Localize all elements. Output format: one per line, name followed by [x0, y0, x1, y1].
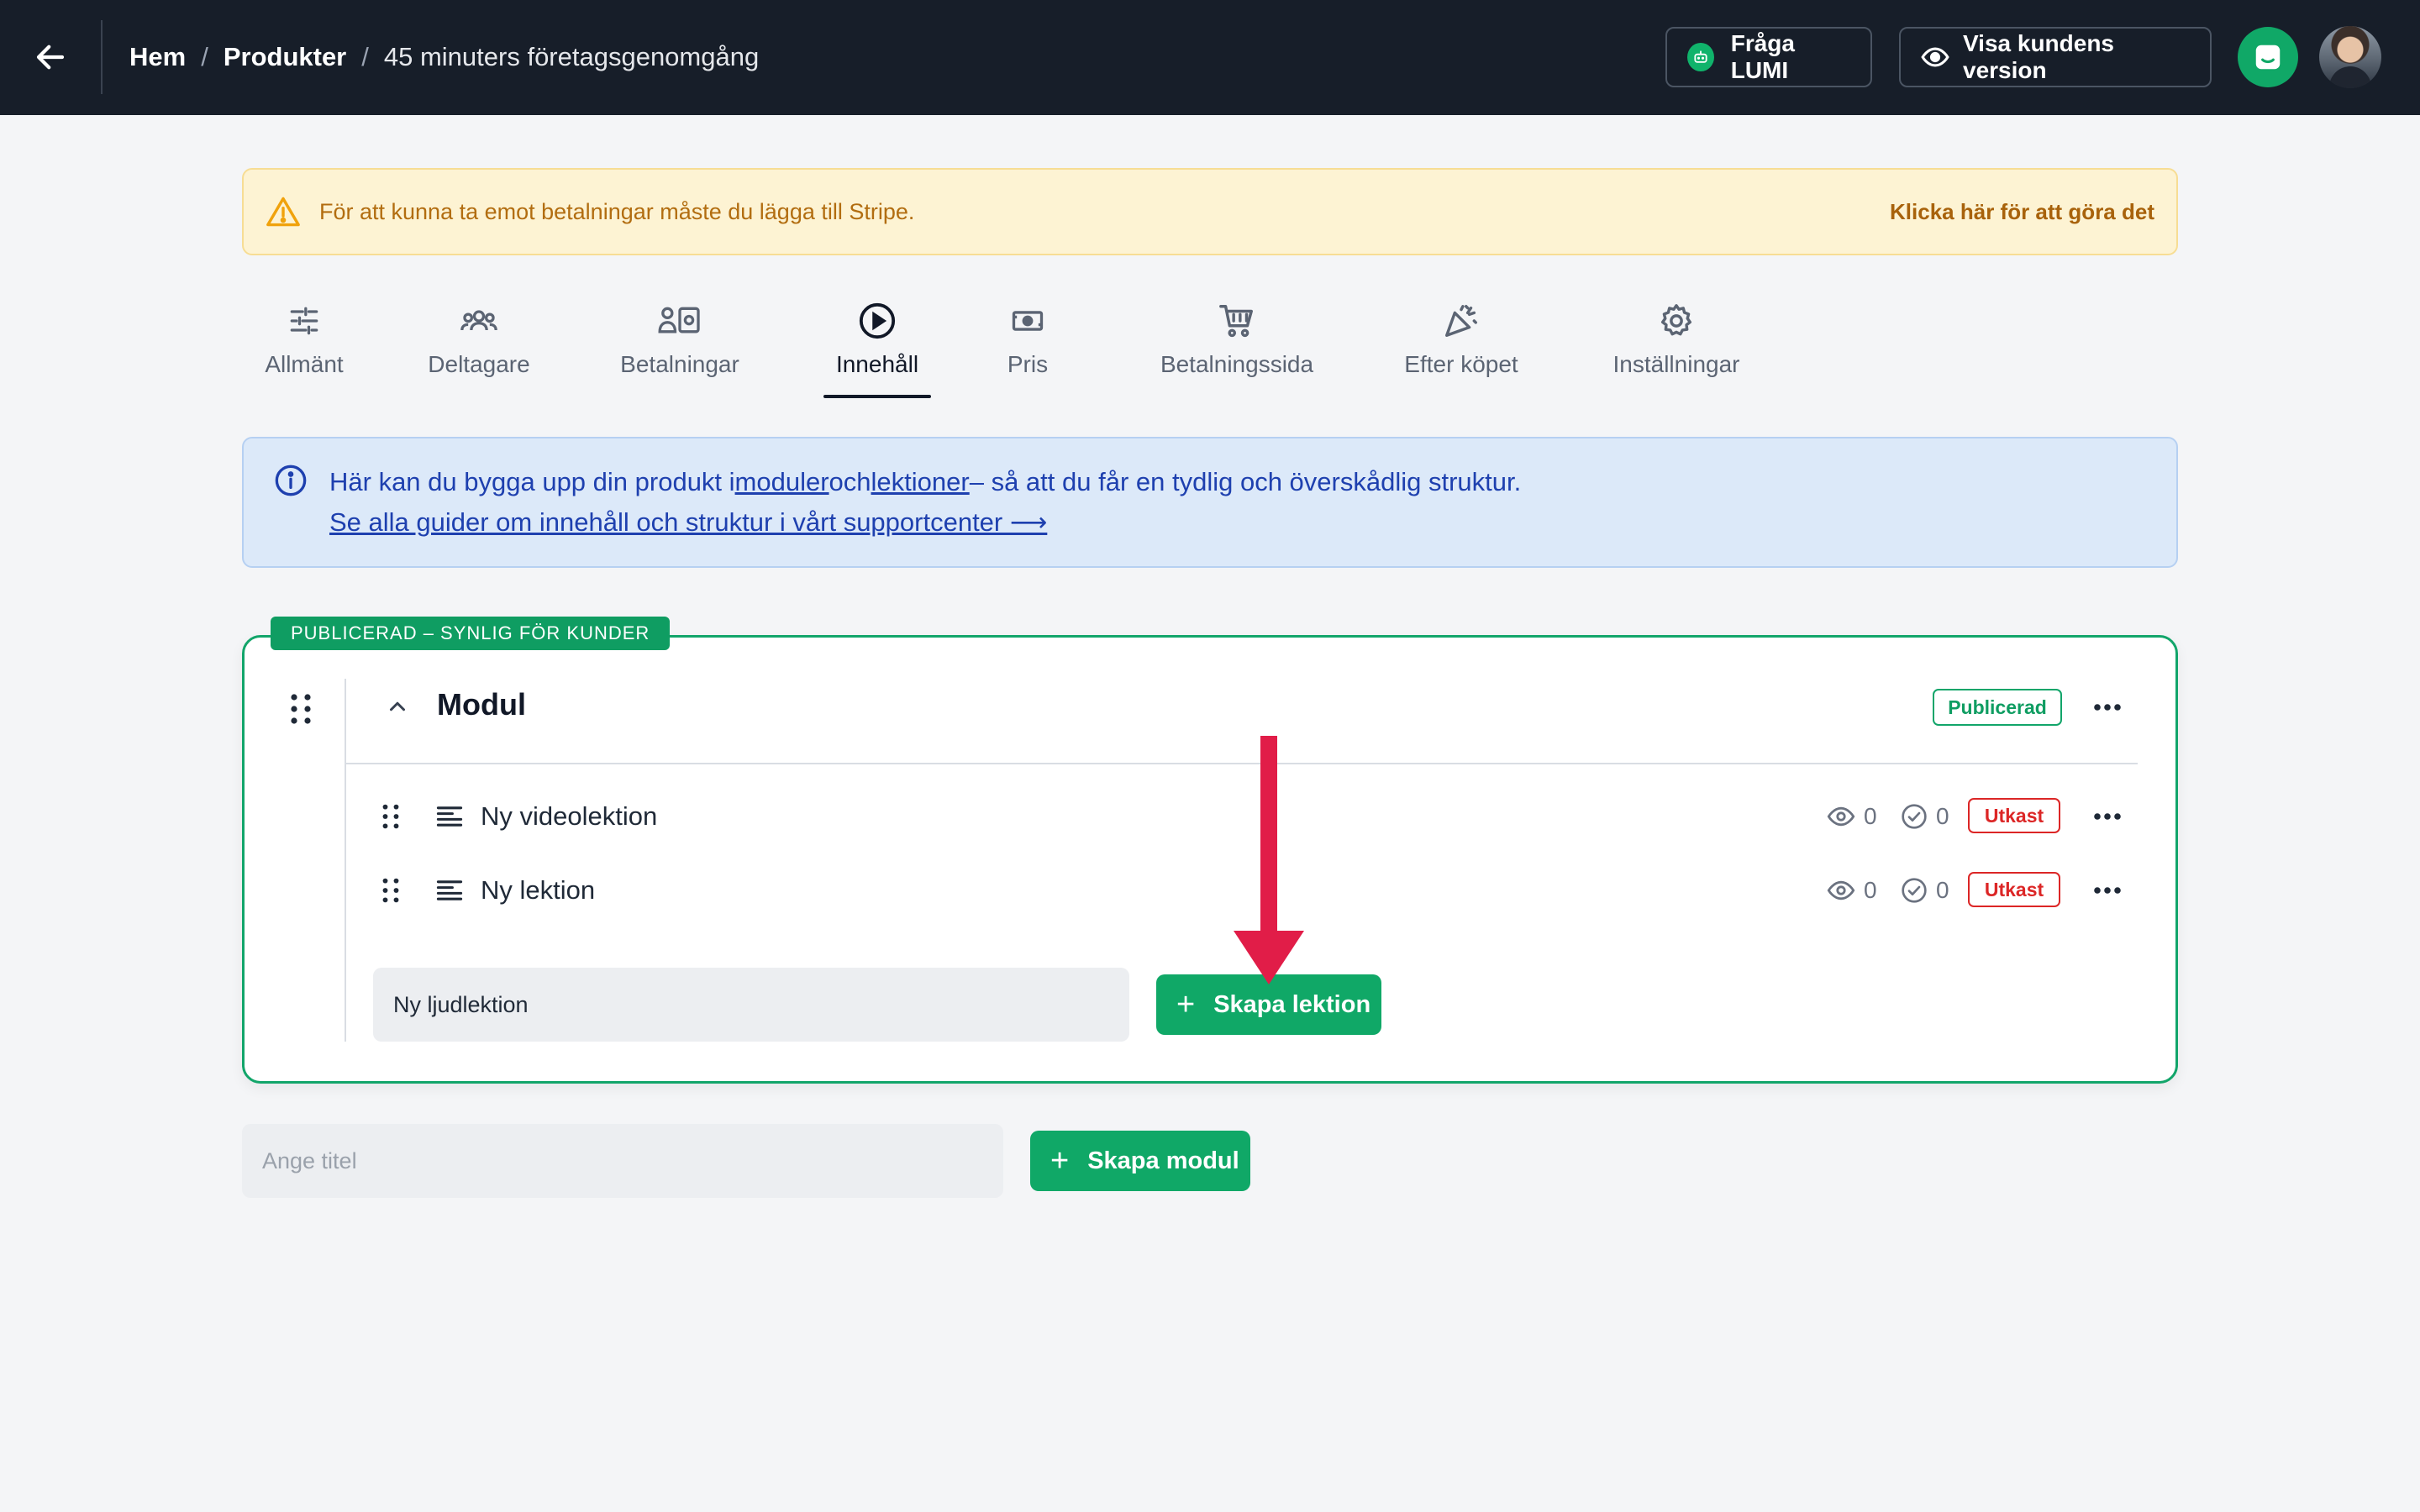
lessons-link[interactable]: lektioner	[871, 467, 970, 496]
payments-icon	[658, 297, 702, 344]
create-module-button[interactable]: + Skapa modul	[1030, 1131, 1250, 1191]
back-arrow-icon[interactable]	[30, 37, 71, 77]
top-bar: Hem / Produkter / 45 minuters företagsge…	[0, 0, 2420, 115]
create-module-label: Skapa modul	[1087, 1147, 1239, 1174]
eye-icon	[1921, 43, 1949, 71]
chat-icon[interactable]	[2238, 27, 2298, 87]
warning-icon	[266, 196, 301, 228]
breadcrumb-separator: /	[361, 42, 369, 71]
views-count: 0	[1864, 877, 1877, 903]
lesson-title[interactable]: Ny lektion	[481, 875, 595, 906]
add-stripe-link[interactable]: Klicka här för att göra det	[1890, 199, 2154, 225]
lesson-more-icon[interactable]	[2092, 880, 2123, 905]
lesson-title[interactable]: Ny videolektion	[481, 801, 657, 832]
support-guides-link[interactable]: Se alla guider om innehåll och struktur …	[329, 507, 1047, 538]
published-status-pill: PUBLICERAD – SYNLIG FÖR KUNDER	[271, 617, 671, 650]
new-module-title-input[interactable]	[242, 1124, 1003, 1198]
tab-innehall[interactable]: Innehåll	[823, 297, 931, 398]
info-text-mid: och	[829, 467, 871, 496]
info-icon	[274, 464, 308, 501]
ask-lumi-label: Fråga LUMI	[1730, 30, 1795, 83]
draft-badge: Utkast	[1968, 798, 2060, 833]
text-lines-icon	[435, 805, 464, 832]
published-badge: Publicerad	[1933, 689, 2062, 726]
create-lesson-button[interactable]: + Skapa lektion	[1156, 974, 1381, 1035]
gear-icon	[1657, 297, 1696, 344]
breadcrumb-separator: /	[201, 42, 208, 71]
tab-label: Inställningar	[1612, 351, 1740, 377]
create-lesson-label: Skapa lektion	[1213, 990, 1371, 1018]
tab-label: Betalningssida	[1160, 351, 1314, 377]
views-stat: 0	[1827, 877, 1877, 904]
tab-efter-kopet[interactable]: Efter köpet	[1398, 297, 1524, 398]
lesson-more-icon[interactable]	[2092, 806, 2123, 831]
lesson-row: Ny lektion 0 0 Utkast	[345, 865, 2138, 916]
tab-label: Innehåll	[835, 351, 919, 377]
info-text-prefix: Här kan du bygga upp din produkt i	[329, 467, 735, 496]
avatar-body	[2329, 66, 2371, 88]
avatar[interactable]	[2319, 26, 2381, 88]
tab-deltagare[interactable]: Deltagare	[425, 297, 533, 398]
text-lines-icon	[435, 879, 464, 906]
drag-handle-icon[interactable]	[380, 801, 402, 836]
info-text-suffix: – så att du får en tydlig och överskådli…	[969, 467, 1522, 496]
completions-stat: 0	[1901, 877, 1949, 904]
banknote-icon	[1009, 297, 1046, 344]
stripe-warning-banner: För att kunna ta emot betalningar måste …	[242, 168, 2178, 255]
breadcrumb: Hem / Produkter / 45 minuters företagsge…	[129, 39, 759, 76]
breadcrumb-home[interactable]: Hem	[129, 42, 186, 72]
tab-betalningar[interactable]: Betalningar	[617, 297, 743, 398]
drag-handle-icon[interactable]	[287, 692, 314, 730]
module-title[interactable]: Modul	[437, 687, 526, 722]
tab-installningar[interactable]: Inställningar	[1607, 297, 1746, 398]
modules-link[interactable]: moduler	[735, 467, 829, 496]
views-count: 0	[1864, 803, 1877, 829]
ask-lumi-button[interactable]: Fråga LUMI	[1665, 27, 1872, 87]
cart-icon	[1218, 297, 1256, 344]
views-stat: 0	[1827, 803, 1877, 830]
plus-icon: +	[1050, 1143, 1070, 1179]
tab-label: Pris	[1007, 351, 1049, 377]
chevron-up-icon[interactable]	[385, 694, 410, 723]
new-lesson-title-input[interactable]	[373, 968, 1129, 1042]
tab-betalningssida[interactable]: Betalningssida	[1155, 297, 1319, 398]
topbar-divider	[101, 20, 103, 94]
tab-label: Efter köpet	[1404, 351, 1518, 377]
customer-view-label: Visa kundens version	[1963, 30, 2115, 83]
drag-handle-icon[interactable]	[380, 875, 402, 910]
people-icon	[459, 297, 499, 344]
info-text: Här kan du bygga upp din produkt imodule…	[329, 467, 1521, 497]
breadcrumb-current: 45 minuters företagsgenomgång	[383, 42, 760, 71]
plus-icon: +	[1176, 987, 1196, 1022]
tab-label: Allmänt	[265, 351, 344, 377]
module-indent-line	[345, 679, 346, 1042]
party-icon	[1442, 297, 1481, 344]
completions-count: 0	[1936, 877, 1949, 903]
lumi-bot-icon	[1687, 43, 1714, 71]
content-info-box: Här kan du bygga upp din produkt imodule…	[242, 437, 2178, 568]
tab-allmant[interactable]: Allmänt	[250, 297, 358, 398]
tab-pris[interactable]: Pris	[997, 297, 1059, 398]
play-circle-icon	[858, 297, 897, 344]
breadcrumb-products[interactable]: Produkter	[224, 42, 346, 72]
customer-view-button[interactable]: Visa kundens version	[1899, 27, 2212, 87]
module-more-icon[interactable]	[2092, 697, 2123, 722]
sliders-icon	[286, 297, 323, 344]
module-separator	[345, 763, 2138, 764]
tab-label: Betalningar	[620, 351, 739, 377]
warning-text: För att kunna ta emot betalningar måste …	[319, 198, 915, 224]
draft-badge: Utkast	[1968, 872, 2060, 907]
completions-stat: 0	[1901, 803, 1949, 830]
completions-count: 0	[1936, 803, 1949, 829]
lesson-row: Ny videolektion 0 0 Utkast	[345, 791, 2138, 842]
tab-label: Deltagare	[428, 351, 530, 377]
